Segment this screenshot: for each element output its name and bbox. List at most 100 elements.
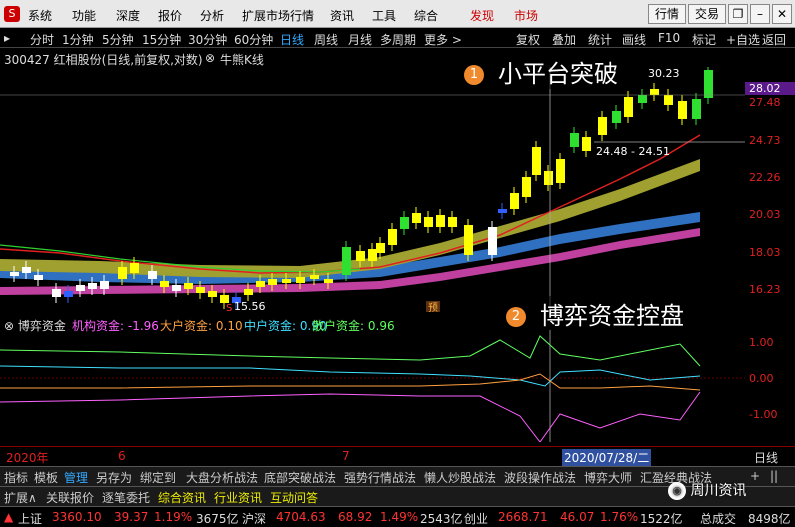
cy-value: 2668.71 [498,510,548,524]
menu-tools[interactable]: 工具 [372,7,396,24]
candle [172,285,181,291]
candle [556,159,565,183]
tool-back[interactable]: 返回 [762,31,786,48]
period-more[interactable]: 更多 > [424,31,462,48]
menu-discover[interactable]: 发现 [470,7,494,24]
period-60min[interactable]: 60分钟 [234,31,273,48]
quote-button[interactable]: 行情 [648,4,686,24]
candle [88,283,97,289]
candle [310,275,319,279]
candle [220,295,229,303]
menu-quote[interactable]: 报价 [158,7,182,24]
flow-retail [0,335,701,367]
tab-bind[interactable]: 绑定到 [140,469,176,486]
candle [282,279,291,283]
candle [510,193,519,209]
sh-value: 3360.10 [52,510,102,524]
sub-tick: 1.00 [749,336,774,349]
candle [532,147,541,175]
period-5min[interactable]: 5分钟 [102,31,134,48]
tool-draw[interactable]: 画线 [622,31,646,48]
candle [256,281,265,287]
sub-tick: 0.00 [749,372,774,385]
candle [400,217,409,229]
tab-industry-news[interactable]: 行业资讯 [214,489,262,506]
price-tick: 27.48 [749,96,781,109]
tab-lazy-trading[interactable]: 懒人炒股战法 [424,469,496,486]
sell-marker: S [226,303,232,312]
high-label: 30.23 [648,67,680,80]
chevron-icon[interactable]: ▸ [4,31,10,45]
minimize-icon[interactable]: – [750,4,770,24]
annotation-badge: 2 [506,307,526,327]
tab-more-icon[interactable]: || [770,469,778,483]
tool-adjust[interactable]: 复权 [516,31,540,48]
tab-manage[interactable]: 管理 [64,469,88,486]
tool-f10[interactable]: F10 [658,31,680,45]
tool-mark[interactable]: 标记 [692,31,716,48]
menu-extended-market[interactable]: 扩展市场行情 [242,7,314,24]
candle [368,249,377,261]
annotation-text: 小平台突破 [498,60,618,88]
tab-related-quote[interactable]: 关联报价 [46,489,94,506]
tab-save-as[interactable]: 另存为 [96,469,132,486]
tab-qa[interactable]: 互动问答 [270,489,318,506]
period-30min[interactable]: 30分钟 [188,31,227,48]
sh-change: 39.37 [114,510,149,524]
cy-name: 创业 [464,512,489,526]
candle [64,291,73,297]
menu-market[interactable]: 市场 [514,7,538,24]
period-weekly[interactable]: 周线 [314,31,338,48]
candle [488,227,497,255]
candle [612,111,621,123]
menu-news[interactable]: 资讯 [330,7,354,24]
close-icon[interactable]: ✕ [772,4,792,24]
indicator-dropdown-icon[interactable]: ⊗ [205,51,215,65]
period-monthly[interactable]: 月线 [348,31,372,48]
menu-depth[interactable]: 深度 [116,7,140,24]
watermark-text: 周川资讯 [690,483,747,499]
tab-template[interactable]: 模板 [34,469,58,486]
tab-expand[interactable]: 扩展∧ [4,489,37,506]
tab-game-master[interactable]: 博弈大师 [584,469,632,486]
period-15min[interactable]: 15分钟 [142,31,181,48]
candle [692,99,701,119]
period-1min[interactable]: 1分钟 [62,31,94,48]
price-tick: 18.03 [749,246,781,259]
tool-stats[interactable]: 统计 [588,31,612,48]
menu-general[interactable]: 综合 [414,7,438,24]
sz-name: 沪深 [242,512,267,526]
tab-strong-trend[interactable]: 强势行情战法 [344,469,416,486]
candle [100,281,109,289]
capital-flow-chart[interactable] [0,330,745,442]
menu-function[interactable]: 功能 [72,7,96,24]
tab-tick-orders[interactable]: 逐笔委托 [102,489,150,506]
menu-analysis[interactable]: 分析 [200,7,224,24]
tab-indicator[interactable]: 指标 [4,469,28,486]
tab-add-icon[interactable]: + [750,469,760,483]
time-axis: 2020年 6 7 2020/07/28/二 日线 [0,446,795,466]
restore-icon[interactable]: ❐ [728,4,748,24]
watermark: ◉ 周川资讯 [668,480,746,500]
tab-swing[interactable]: 波段操作战法 [504,469,576,486]
candle [184,283,193,289]
tab-bottom-break[interactable]: 底部突破战法 [264,469,336,486]
tool-add-watch[interactable]: +自选 [726,31,760,48]
tab-news[interactable]: 综合资讯 [158,489,206,506]
time-label: 7 [342,449,350,463]
candle [598,117,607,135]
candle [52,289,61,297]
kline-chart[interactable]: 30.23 24.48 - 24.51 15.56 预 S [0,67,745,312]
candle [342,247,351,275]
period-daily[interactable]: 日线 [280,31,304,48]
period-label: 日线 [754,451,779,465]
period-multi[interactable]: 多周期 [380,31,416,48]
indicator-name[interactable]: 牛熊K线 [220,51,264,68]
price-current: 28.02 [745,82,795,95]
tool-overlay[interactable]: 叠加 [552,31,576,48]
tab-market-analysis[interactable]: 大盘分析战法 [186,469,258,486]
trade-button[interactable]: 交易 [688,4,726,24]
period-timeshare[interactable]: 分时 [30,31,54,48]
menu-system[interactable]: 系统 [28,7,52,24]
candle [650,89,659,95]
